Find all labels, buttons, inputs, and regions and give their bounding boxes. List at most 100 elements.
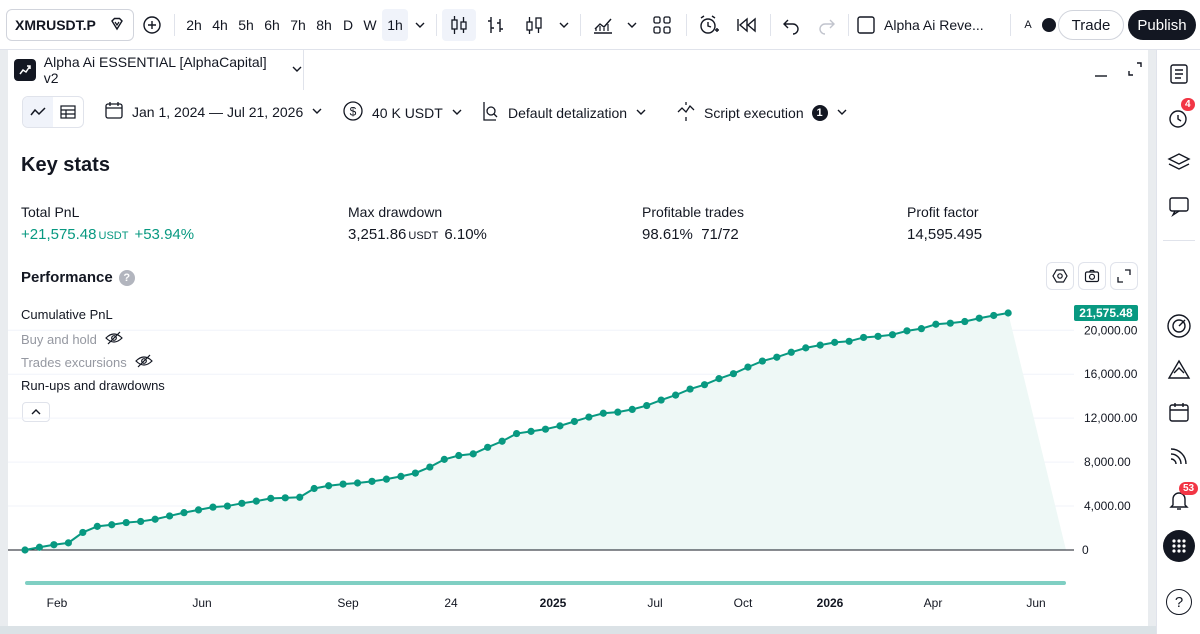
chevron-down-icon[interactable] [622,9,642,41]
interval-d[interactable]: D [338,9,358,41]
pnl-point [802,344,810,352]
interval-5h[interactable]: 5h [234,9,258,41]
pnl-point [975,314,983,322]
notifications-bell-icon[interactable]: 53 [1163,482,1199,516]
pnl-point [108,521,116,529]
add-symbol-icon[interactable] [138,9,166,41]
bottom-strip [0,626,1156,634]
pnl-point [990,311,998,320]
undo-icon[interactable] [776,9,806,41]
pnl-point [411,469,419,477]
pnl-point [194,506,203,514]
indicators-icon[interactable] [588,9,618,41]
pnl-point [686,385,694,393]
publish-button[interactable]: Publish [1128,10,1196,40]
x-tick-label: Jun [1026,596,1045,610]
pnl-point [252,497,260,505]
y-tick-label: 20,000.00 [1084,323,1138,337]
templates-grid-icon[interactable] [648,9,676,41]
pnl-point [455,451,463,460]
interval-6h[interactable]: 6h [260,9,284,41]
interval-8h[interactable]: 8h [312,9,336,41]
watchlist-icon[interactable] [1163,58,1195,90]
font-size-button[interactable]: A [1018,9,1038,41]
column-chart-icon[interactable] [520,9,548,41]
pnl-point [50,541,58,549]
pnl-point [93,522,101,530]
chat-icon[interactable] [1163,190,1195,222]
apps-grid-icon[interactable] [1163,530,1195,562]
pnl-point [773,353,781,361]
avatar[interactable] [1042,9,1056,41]
pnl-point [64,539,72,547]
interval-2h[interactable]: 2h [182,9,206,41]
chevron-down-icon[interactable] [554,9,574,41]
y-tick-label: 8,000.00 [1084,455,1131,469]
interval-4h[interactable]: 4h [208,9,232,41]
symbol-label: XMRUSDT.P [15,17,96,33]
pnl-point [643,401,651,410]
y-tick-label: 12,000.00 [1084,411,1138,425]
calendar-icon[interactable] [1163,396,1195,428]
layout-name[interactable]: Alpha Ai Reve... [884,9,1002,41]
pnl-point [35,543,44,551]
pnl-point [469,450,477,458]
help-circle-icon[interactable]: ? [1163,586,1195,618]
trade-button[interactable]: Trade [1058,10,1124,40]
interval-1h[interactable]: 1h [382,9,408,41]
pnl-point [888,331,897,339]
pnl-point [599,409,607,417]
pnl-point [570,417,579,426]
x-tick-label: 24 [444,596,458,610]
pnl-point [1004,309,1012,317]
symbol-search-button[interactable]: XMRUSDT.P [6,9,134,41]
pnl-point [238,499,246,507]
ideas-icon[interactable] [1163,354,1195,386]
pnl-point [397,472,405,481]
target-icon[interactable] [1163,310,1195,342]
pnl-point [585,413,593,421]
chevron-down-icon[interactable] [410,9,430,41]
pnl-point [932,320,940,328]
cumulative-pnl-chart[interactable]: 0 4,000.00 8,000.00 12,000.00 16,000.00 20,00… [8,50,1148,626]
pnl-point [614,408,622,416]
pnl-point [180,509,188,517]
pnl-point [498,437,506,445]
pnl-point [310,484,318,493]
alerts-clock-icon[interactable]: 4 [1163,98,1195,134]
replay-icon[interactable] [732,9,762,41]
pnl-point [512,429,521,438]
y-tick-label: 0 [1082,543,1089,557]
last-value-label: 21,575.48 [1079,306,1133,320]
x-tick-label: Feb [47,596,68,610]
pnl-point [903,327,911,335]
strategy-tester-panel: Alpha Ai ESSENTIAL [AlphaCapital] v2 Jan… [8,50,1148,626]
pnl-point [325,482,333,490]
pnl-point [700,381,709,389]
pnl-point [382,475,391,483]
interval-7h[interactable]: 7h [286,9,310,41]
layout-icon[interactable] [854,9,878,41]
time-scale-bar [25,581,1066,585]
x-tick-label: 2026 [817,596,844,610]
interval-w[interactable]: W [360,9,380,41]
notifications-badge: 53 [1179,482,1199,495]
streams-icon[interactable] [1163,440,1195,472]
redo-icon[interactable] [812,9,842,41]
pnl-point [758,357,766,365]
bar-chart-icon[interactable] [482,9,510,41]
pnl-point [281,494,289,502]
pnl-point [917,325,926,333]
layers-icon[interactable] [1163,146,1195,178]
x-tick-label: Oct [734,596,753,610]
pnl-point [339,480,347,488]
pnl-point [816,341,824,349]
alerts-badge: 4 [1181,98,1195,111]
pnl-point [961,317,969,326]
pnl-point [541,425,550,433]
pnl-point [946,319,954,327]
x-tick-label: Apr [924,596,943,610]
candles-chart-icon[interactable] [442,9,476,41]
pnl-point [122,518,130,527]
alert-clock-icon[interactable] [694,9,724,41]
